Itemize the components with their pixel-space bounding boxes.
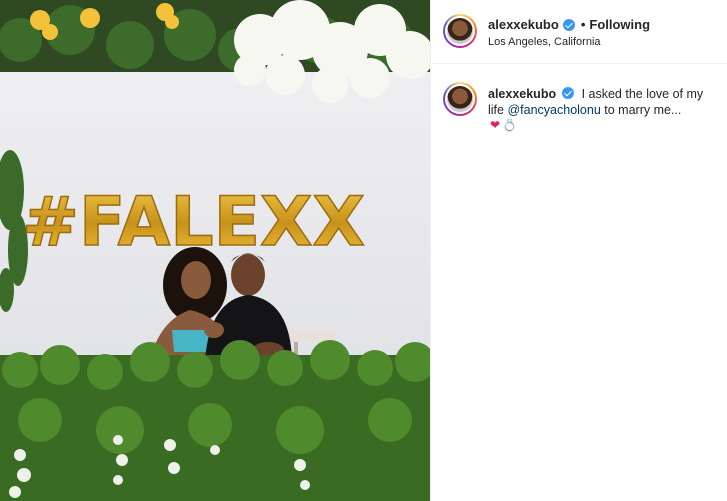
- header-username-line: alexxekubo • Following: [488, 17, 650, 32]
- ring-emoji-icon: 💍: [502, 118, 518, 132]
- post-photo: #FALEXX: [0, 0, 430, 501]
- profile-avatar-image: [447, 18, 473, 44]
- caption-emojis: ❤ 💍: [490, 118, 517, 132]
- caption-body-end: to marry me...: [604, 103, 682, 117]
- separator-dot: •: [580, 17, 586, 32]
- caption-username[interactable]: alexxekubo: [488, 87, 556, 101]
- header-avatar[interactable]: [443, 14, 477, 48]
- caption-mention-link[interactable]: @fancyacholonu: [507, 103, 600, 117]
- caption-avatar[interactable]: [443, 82, 477, 116]
- post-side-panel: alexxekubo • Following Los Angeles, Cali…: [430, 0, 727, 501]
- verified-badge-icon: [562, 18, 575, 31]
- post-image[interactable]: #FALEXX: [0, 0, 430, 501]
- caption-text: alexxekubo I asked the love of my life @…: [488, 86, 708, 118]
- following-button[interactable]: Following: [589, 17, 650, 32]
- caption-avatar-image: [447, 86, 473, 112]
- heart-emoji-icon: ❤: [490, 118, 501, 132]
- header-username[interactable]: alexxekubo: [488, 17, 559, 32]
- post-header: alexxekubo • Following Los Angeles, Cali…: [431, 0, 727, 64]
- caption-verified-badge-icon: [562, 87, 575, 99]
- location-link[interactable]: Los Angeles, California: [488, 36, 601, 48]
